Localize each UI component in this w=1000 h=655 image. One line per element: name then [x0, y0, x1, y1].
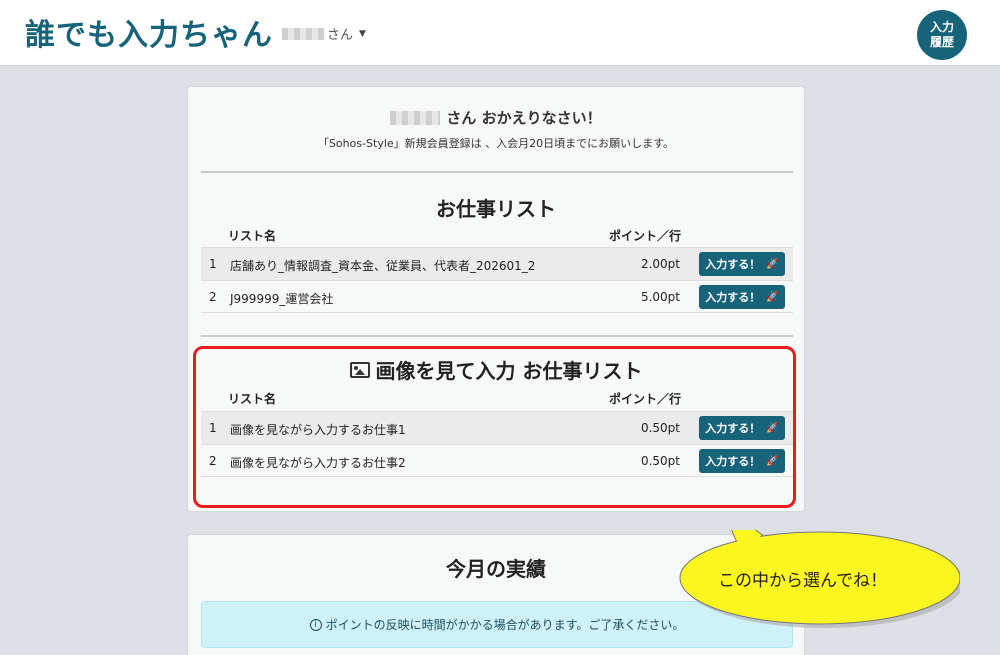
button-label: 入力する！ — [705, 258, 761, 271]
divider — [201, 171, 793, 173]
welcome-message: さん おかえりなさい！ — [188, 107, 804, 128]
table-row: 1 店舗あり_情報調査_資本金、従業員、代表者_202601_2 2.00pt … — [201, 247, 793, 280]
app-title[interactable]: 誰でも入力ちゃん — [25, 10, 273, 54]
history-label-line1: 入力 — [929, 20, 954, 34]
list-name: J999999_運営会社 — [230, 292, 334, 306]
input-history-button[interactable]: 入力 履歴 — [917, 10, 967, 60]
row-number: 2 — [209, 290, 217, 304]
registration-notice: 「Sohos-Style」新規会員登録は 、入会月20日頃までにお願いします。 — [317, 137, 675, 150]
divider — [201, 335, 793, 337]
points-per-row: 5.00pt — [640, 290, 680, 304]
rocket-icon: 🚀 — [766, 291, 779, 303]
start-input-button[interactable]: 入力する！ 🚀 — [699, 252, 785, 276]
caret-down-icon: ▼ — [359, 28, 366, 39]
user-suffix: さん — [327, 28, 354, 43]
info-icon: i — [309, 618, 322, 631]
job-list-title: お仕事リスト — [436, 197, 556, 221]
row-number: 1 — [209, 257, 217, 271]
top-navbar: 誰でも入力ちゃん さん ▼ 入力 履歴 — [0, 0, 1000, 66]
blurred-username — [390, 110, 441, 125]
callout-text: この中から選んでね！ — [718, 571, 888, 591]
highlight-annotation-box — [193, 346, 796, 508]
welcome-greeting: さん おかえりなさい！ — [446, 109, 602, 127]
col-header-points: ポイント／行 — [609, 229, 682, 243]
table-row: 2 J999999_運営会社 5.00pt 入力する！ 🚀 — [201, 280, 793, 313]
blurred-username — [282, 27, 324, 40]
history-label-line2: 履歴 — [929, 35, 954, 49]
start-input-button[interactable]: 入力する！ 🚀 — [699, 285, 785, 309]
button-label: 入力する！ — [705, 291, 761, 304]
points-per-row: 2.00pt — [640, 257, 680, 271]
list-name: 店舗あり_情報調査_資本金、従業員、代表者_202601_2 — [230, 259, 536, 273]
alert-text: ポイントの反映に時間がかかる場合があります。ご了承ください。 — [325, 618, 685, 632]
user-menu-dropdown[interactable]: さん ▼ — [282, 24, 366, 43]
col-header-list-name: リスト名 — [228, 229, 277, 243]
rocket-icon: 🚀 — [766, 258, 779, 270]
